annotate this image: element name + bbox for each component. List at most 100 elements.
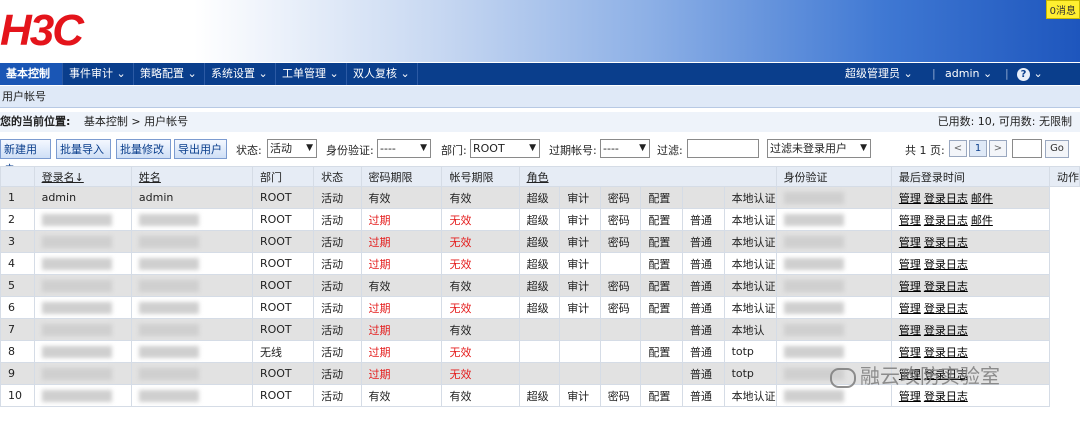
nav-system-settings[interactable]: 系统设置 ⌄ — [205, 63, 276, 85]
filter-input[interactable] — [687, 139, 759, 158]
dept-cell: ROOT — [251, 362, 315, 385]
acct-expiry-cell: 无效 — [441, 362, 520, 385]
nav-dual-review[interactable]: 双人复核 ⌄ — [347, 63, 418, 85]
page-jump-input[interactable] — [1012, 139, 1042, 158]
role-super: 超级 — [518, 296, 561, 319]
login-log-link[interactable]: 登录日志 — [924, 192, 968, 205]
go-button[interactable]: Go — [1045, 140, 1069, 158]
col-auth: 身份验证 — [775, 166, 892, 187]
dept-cell: ROOT — [251, 274, 315, 297]
h3c-logo: H3C — [0, 6, 84, 55]
login-log-link[interactable]: 登录日志 — [924, 324, 968, 337]
manage-link[interactable]: 管理 — [899, 192, 921, 205]
auth-cell: 本地认证 — [723, 274, 777, 297]
page-1-button[interactable]: 1 — [969, 140, 987, 157]
auth-cell: totp — [723, 340, 777, 363]
role-audit: 审计 — [559, 296, 601, 319]
redacted-block — [783, 258, 844, 270]
login-log-link[interactable]: 登录日志 — [924, 302, 968, 315]
redacted-block — [783, 390, 844, 402]
row-index: 5 — [0, 274, 35, 297]
dept-cell: ROOT — [251, 208, 315, 231]
dept-select[interactable]: ROOT ▼ — [470, 139, 540, 158]
message-badge[interactable]: 0消息 — [1045, 0, 1080, 19]
expired-label: 过期帐号: — [549, 144, 597, 157]
user-name — [130, 252, 253, 275]
status-cell: 活动 — [313, 318, 362, 341]
col-login[interactable]: 登录名↓ — [33, 166, 132, 187]
filter-label: 过滤: — [657, 144, 683, 157]
login-log-link[interactable]: 登录日志 — [924, 346, 968, 359]
next-page-button[interactable]: > — [989, 140, 1007, 157]
user-name: admin — [130, 186, 253, 209]
login-log-link[interactable]: 登录日志 — [924, 390, 968, 403]
auth-label: 身份验证: — [326, 144, 374, 157]
auth-select[interactable]: ---- ▼ — [377, 139, 431, 158]
redacted-block — [783, 346, 844, 358]
batch-import-button[interactable]: 批量导入 — [56, 139, 111, 159]
acct-expiry-cell: 无效 — [441, 208, 520, 231]
mail-link[interactable]: 邮件 — [971, 214, 993, 227]
batch-edit-button[interactable]: 批量修改 — [116, 139, 171, 159]
row-index: 6 — [0, 296, 35, 319]
col-name[interactable]: 姓名 — [130, 166, 253, 187]
manage-link[interactable]: 管理 — [899, 324, 921, 337]
manage-link[interactable]: 管理 — [899, 236, 921, 249]
nav-basic-control[interactable]: 基本控制 — [0, 63, 63, 85]
manage-link[interactable]: 管理 — [899, 280, 921, 293]
table-row: 4 ROOT 活动 过期 无效 超级 审计 配置 普通 本地认证 管理 登录日志 — [0, 252, 1080, 275]
manage-link[interactable]: 管理 — [899, 346, 921, 359]
dept-label: 部门: — [441, 144, 467, 157]
login-log-link[interactable]: 登录日志 — [924, 280, 968, 293]
col-pwd-expiry: 密码期限 — [360, 166, 443, 187]
role-super: 超级 — [518, 186, 561, 209]
last-login-cell — [775, 230, 892, 253]
row-index: 4 — [0, 252, 35, 275]
filter-unlogged-select[interactable]: 过滤未登录用户 ▼ — [767, 139, 871, 158]
login-name — [33, 296, 132, 319]
prev-page-button[interactable]: < — [949, 140, 967, 157]
manage-link[interactable]: 管理 — [899, 214, 921, 227]
status-select[interactable]: 活动 ▼ — [267, 139, 317, 158]
new-user-button[interactable]: 新建用户 — [0, 139, 51, 176]
table-row: 3 ROOT 活动 过期 无效 超级 审计 密码 配置 普通 本地认证 管理 登录日志 — [0, 230, 1080, 253]
dept-cell: ROOT — [251, 230, 315, 253]
dept-cell: ROOT — [251, 318, 315, 341]
manage-link[interactable]: 管理 — [899, 390, 921, 403]
col-acct-expiry: 帐号期限 — [441, 166, 520, 187]
export-users-button[interactable]: 导出用户 — [174, 139, 227, 159]
user-menu[interactable]: admin ⌄ — [945, 63, 992, 85]
redacted-block — [783, 324, 844, 336]
redacted-block — [138, 346, 199, 358]
role-super — [518, 362, 561, 385]
help-menu[interactable]: ? ⌄ — [1017, 63, 1043, 85]
acct-expiry-cell: 无效 — [441, 252, 520, 275]
login-name: admin — [33, 186, 132, 209]
nav-event-audit[interactable]: 事件审计 ⌄ — [63, 63, 134, 85]
role-normal: 普通 — [681, 296, 725, 319]
dept-cell: ROOT — [251, 384, 315, 407]
manage-link[interactable]: 管理 — [899, 302, 921, 315]
login-name — [33, 362, 132, 385]
nav-policy-config[interactable]: 策略配置 ⌄ — [134, 63, 205, 85]
acct-expiry-cell: 有效 — [441, 186, 520, 209]
dept-cell: ROOT — [251, 186, 315, 209]
nav-ticket-management[interactable]: 工单管理 ⌄ — [276, 63, 347, 85]
user-name — [130, 318, 253, 341]
status-cell: 活动 — [313, 186, 362, 209]
role-menu[interactable]: 超级管理员 ⌄ — [845, 63, 913, 85]
role-config: 配置 — [640, 186, 683, 209]
col-roles[interactable]: 角色 — [518, 166, 777, 187]
pwd-expiry-cell: 过期 — [360, 318, 443, 341]
role-audit: 审计 — [559, 274, 601, 297]
login-log-link[interactable]: 登录日志 — [924, 214, 968, 227]
redacted-block — [41, 236, 112, 248]
mail-link[interactable]: 邮件 — [971, 192, 993, 205]
manage-link[interactable]: 管理 — [899, 258, 921, 271]
role-normal: 普通 — [681, 208, 725, 231]
login-log-link[interactable]: 登录日志 — [924, 236, 968, 249]
login-log-link[interactable]: 登录日志 — [924, 258, 968, 271]
col-dept: 部门 — [251, 166, 315, 187]
expired-select[interactable]: ---- ▼ — [600, 139, 650, 158]
role-super: 超级 — [518, 252, 561, 275]
